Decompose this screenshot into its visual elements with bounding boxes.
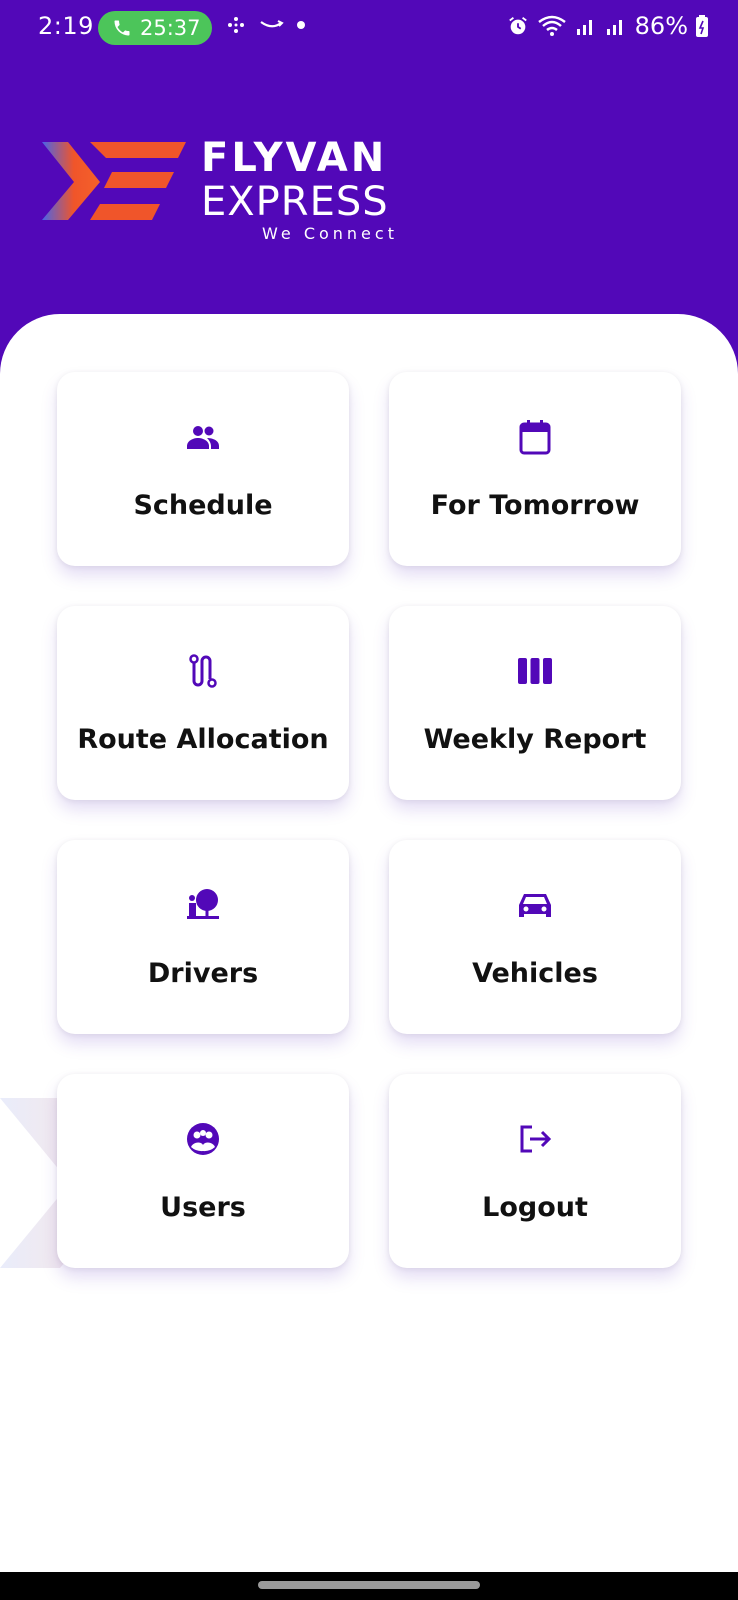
signal-2-icon xyxy=(606,20,622,35)
users-label: Users xyxy=(160,1192,246,1223)
schedule-card[interactable]: Schedule xyxy=(57,372,349,566)
flyvan-logo-mark xyxy=(42,142,186,220)
logout-card[interactable]: Logout xyxy=(389,1074,681,1268)
phone-icon xyxy=(114,20,130,36)
schedule-label: Schedule xyxy=(133,490,273,521)
amazon-smile-icon xyxy=(260,20,284,28)
route-allocation-label: Route Allocation xyxy=(77,724,329,755)
wifi-icon xyxy=(537,15,566,36)
status-time: 2:19 xyxy=(38,12,94,40)
drivers-card[interactable]: Drivers xyxy=(57,840,349,1034)
more-notifications-dot xyxy=(297,21,305,29)
sparkle-icon xyxy=(228,17,244,33)
weekly-report-label: Weekly Report xyxy=(423,724,647,755)
system-icons: 86% xyxy=(507,12,708,40)
car-icon xyxy=(519,894,551,917)
brand-name-line2: EXPRESS xyxy=(201,179,389,225)
system-navigation-bar xyxy=(0,1572,738,1600)
people-icon xyxy=(187,426,219,449)
home-gesture-handle[interactable] xyxy=(258,1581,480,1589)
route-allocation-card[interactable]: Route Allocation xyxy=(57,606,349,800)
signal-icon xyxy=(576,20,592,35)
driver-icon xyxy=(187,889,219,919)
route-icon xyxy=(189,654,217,688)
drivers-label: Drivers xyxy=(147,958,259,989)
brand-name-line1: FLYVAN xyxy=(201,135,388,181)
call-chip[interactable]: 25:37 xyxy=(98,11,212,45)
weekly-report-card[interactable]: Weekly Report xyxy=(389,606,681,800)
users-card[interactable]: Users xyxy=(57,1074,349,1268)
for-tomorrow-label: For Tomorrow xyxy=(430,490,640,521)
logout-icon xyxy=(520,1125,552,1153)
columns-icon xyxy=(518,658,552,684)
vehicles-label: Vehicles xyxy=(472,958,598,989)
call-timer: 25:37 xyxy=(140,16,201,40)
alarm-icon xyxy=(508,17,527,35)
battery-percent: 86% xyxy=(634,12,688,40)
status-bar: 2:19 25:37 86% xyxy=(0,0,738,56)
logout-label: Logout xyxy=(482,1192,588,1223)
vehicles-card[interactable]: Vehicles xyxy=(389,840,681,1034)
calendar-icon xyxy=(519,420,551,455)
for-tomorrow-card[interactable]: For Tomorrow xyxy=(389,372,681,566)
battery-icon xyxy=(696,15,708,37)
brand-tagline: We Connect xyxy=(262,224,398,243)
users-circle-icon xyxy=(187,1123,219,1155)
notification-icons xyxy=(225,14,305,36)
